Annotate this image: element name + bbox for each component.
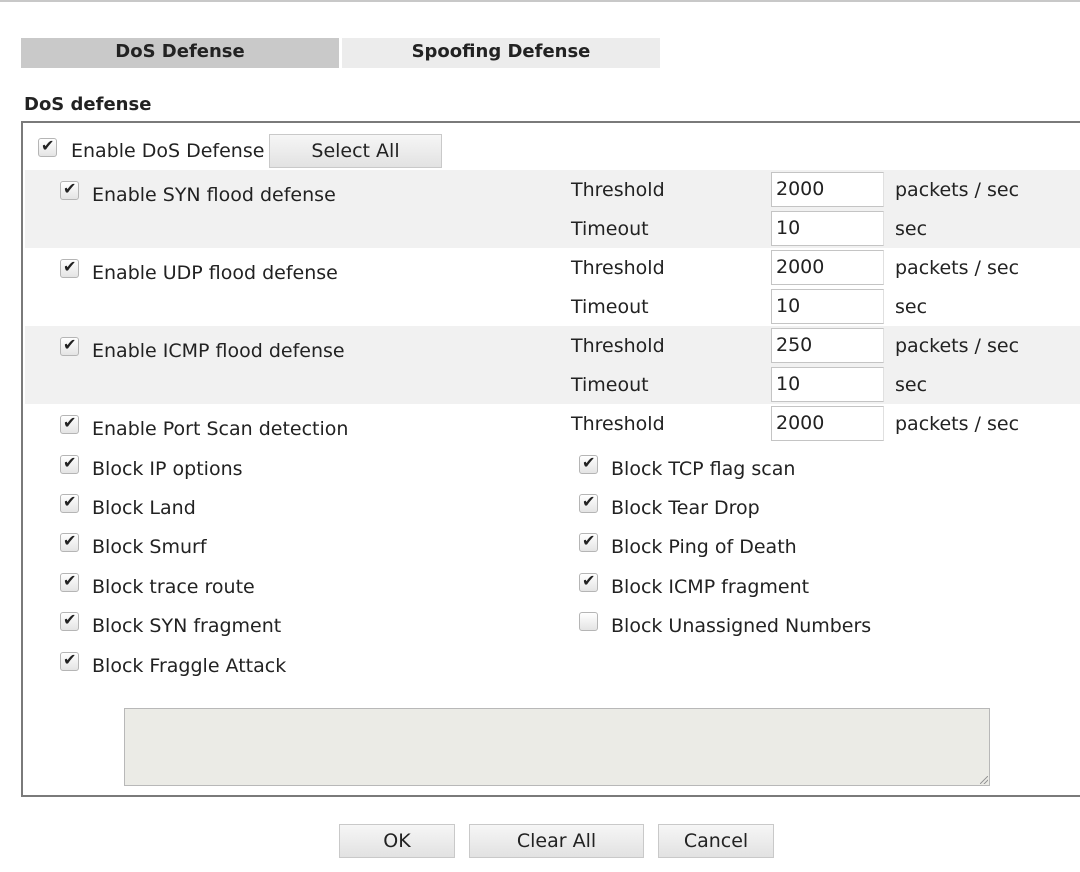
section-title: DoS defense xyxy=(24,94,152,115)
udp-flood-checkbox[interactable]: ✔ xyxy=(60,257,79,278)
icmp-timeout-input[interactable]: 10 xyxy=(771,367,884,402)
check-icon: ✔ xyxy=(582,492,596,511)
udp-flood-label: Enable UDP flood defense xyxy=(92,262,338,284)
block-trace-route-checkbox[interactable]: ✔ xyxy=(60,571,79,592)
port-scan-label: Enable Port Scan detection xyxy=(92,418,349,440)
check-icon: ✔ xyxy=(582,531,596,550)
check-icon: ✔ xyxy=(582,571,596,590)
enable-dos-defense-label: Enable DoS Defense xyxy=(71,140,265,162)
udp-timeout-label: Timeout xyxy=(571,296,649,318)
icmp-threshold-input[interactable]: 250 xyxy=(771,328,884,363)
syn-timeout-unit: sec xyxy=(895,218,928,240)
block-ping-of-death-checkbox[interactable]: ✔ xyxy=(579,531,598,552)
check-icon: ✔ xyxy=(63,179,77,198)
port-scan-threshold-label: Threshold xyxy=(571,413,665,435)
block-land-checkbox[interactable]: ✔ xyxy=(60,492,79,513)
block-smurf-label: Block Smurf xyxy=(92,536,207,558)
block-ping-of-death-label: Block Ping of Death xyxy=(611,536,797,558)
block-smurf-checkbox[interactable]: ✔ xyxy=(60,531,79,552)
block-ip-options-checkbox[interactable]: ✔ xyxy=(60,453,79,474)
udp-timeout-input[interactable]: 10 xyxy=(771,289,884,324)
icmp-timeout-unit: sec xyxy=(895,374,928,396)
syn-timeout-label: Timeout xyxy=(571,218,649,240)
icmp-threshold-label: Threshold xyxy=(571,335,665,357)
block-fraggle-attack-checkbox[interactable]: ✔ xyxy=(60,650,79,671)
top-divider xyxy=(0,0,1080,2)
block-syn-fragment-checkbox[interactable]: ✔ xyxy=(60,610,79,631)
udp-threshold-label: Threshold xyxy=(571,257,665,279)
check-icon: ✔ xyxy=(63,335,77,354)
block-land-label: Block Land xyxy=(92,497,196,519)
udp-threshold-unit: packets / sec xyxy=(895,257,1020,279)
check-icon: ✔ xyxy=(63,413,77,432)
ok-button[interactable]: OK xyxy=(339,824,455,858)
check-icon: ✔ xyxy=(63,492,77,511)
check-icon: ✔ xyxy=(63,257,77,276)
syn-flood-checkbox[interactable]: ✔ xyxy=(60,179,79,200)
check-icon: ✔ xyxy=(63,531,77,550)
enable-dos-defense-checkbox[interactable]: ✔ xyxy=(38,136,57,157)
block-syn-fragment-label: Block SYN fragment xyxy=(92,615,282,637)
block-ip-options-label: Block IP options xyxy=(92,458,243,480)
icmp-flood-label: Enable ICMP flood defense xyxy=(92,340,345,362)
block-tear-drop-checkbox[interactable]: ✔ xyxy=(579,492,598,513)
tab-dos-defense[interactable]: DoS Defense xyxy=(21,38,339,68)
block-icmp-fragment-checkbox[interactable]: ✔ xyxy=(579,571,598,592)
block-unassigned-numbers-label: Block Unassigned Numbers xyxy=(611,615,872,637)
resize-handle-icon[interactable] xyxy=(980,776,988,784)
notes-textarea[interactable] xyxy=(124,708,990,786)
icmp-timeout-label: Timeout xyxy=(571,374,649,396)
port-scan-threshold-input[interactable]: 2000 xyxy=(771,406,884,441)
block-icmp-fragment-label: Block ICMP fragment xyxy=(611,576,810,598)
port-scan-threshold-unit: packets / sec xyxy=(895,413,1020,435)
icmp-threshold-unit: packets / sec xyxy=(895,335,1020,357)
check-icon: ✔ xyxy=(63,650,77,669)
block-tcp-flag-scan-label: Block TCP flag scan xyxy=(611,458,796,480)
block-tear-drop-label: Block Tear Drop xyxy=(611,497,760,519)
block-unassigned-numbers-checkbox[interactable] xyxy=(579,612,598,631)
syn-threshold-unit: packets / sec xyxy=(895,179,1020,201)
check-icon: ✔ xyxy=(63,453,77,472)
select-all-button[interactable]: Select All xyxy=(269,134,442,168)
check-icon: ✔ xyxy=(41,136,55,155)
block-trace-route-label: Block trace route xyxy=(92,576,255,598)
clear-all-button[interactable]: Clear All xyxy=(469,824,644,858)
block-tcp-flag-scan-checkbox[interactable]: ✔ xyxy=(579,453,598,474)
tab-spoofing-defense[interactable]: Spoofing Defense xyxy=(342,38,660,68)
port-scan-checkbox[interactable]: ✔ xyxy=(60,413,79,434)
check-icon: ✔ xyxy=(582,453,596,472)
icmp-flood-checkbox[interactable]: ✔ xyxy=(60,335,79,356)
syn-timeout-input[interactable]: 10 xyxy=(771,211,884,246)
check-icon: ✔ xyxy=(63,610,77,629)
syn-threshold-label: Threshold xyxy=(571,179,665,201)
udp-timeout-unit: sec xyxy=(895,296,928,318)
cancel-button[interactable]: Cancel xyxy=(658,824,774,858)
udp-threshold-input[interactable]: 2000 xyxy=(771,250,884,285)
check-icon: ✔ xyxy=(63,571,77,590)
syn-flood-label: Enable SYN flood defense xyxy=(92,184,336,206)
syn-threshold-input[interactable]: 2000 xyxy=(771,172,884,207)
block-fraggle-attack-label: Block Fraggle Attack xyxy=(92,655,287,677)
